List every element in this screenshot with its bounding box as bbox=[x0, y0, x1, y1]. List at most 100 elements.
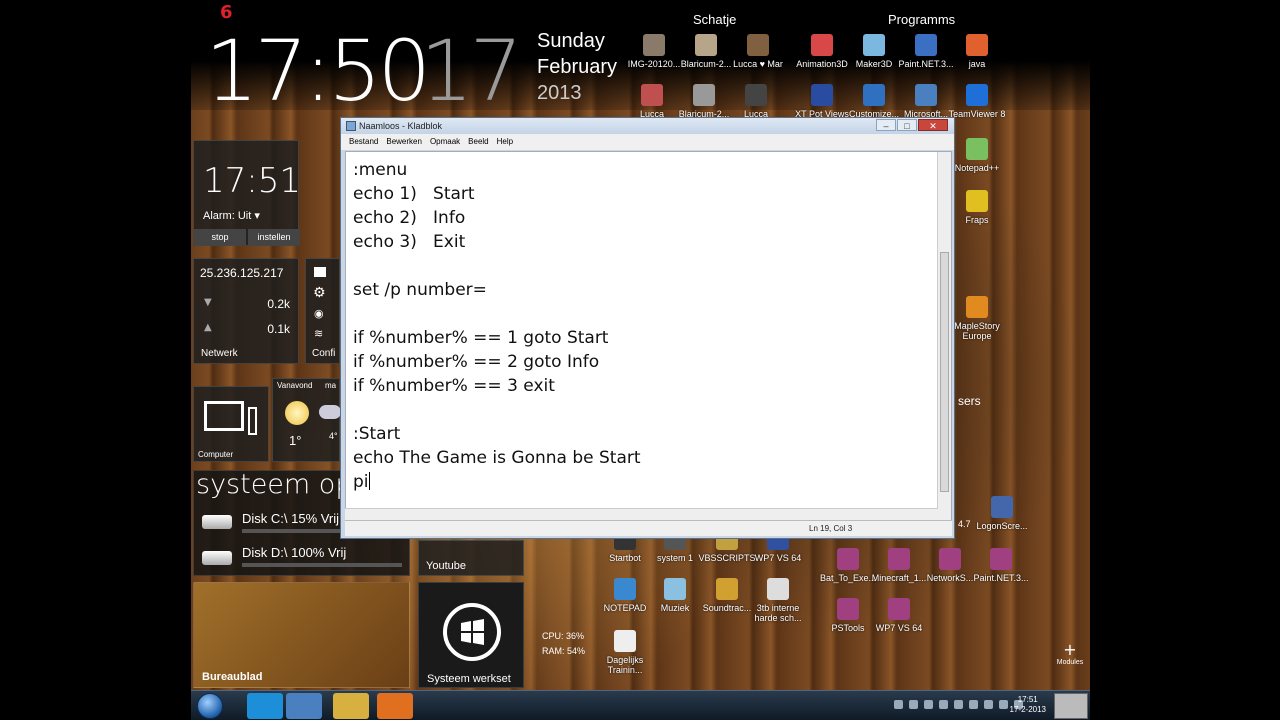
maplestory-icon bbox=[966, 296, 988, 318]
taskbar-vlc[interactable] bbox=[377, 693, 413, 719]
sun-icon bbox=[285, 401, 309, 425]
youtube-tile[interactable]: Youtube bbox=[418, 540, 524, 576]
desktop-tile[interactable]: Bureaublad bbox=[193, 582, 410, 688]
desktop-icon-maplestory[interactable]: MapleStory Europe bbox=[947, 296, 1007, 341]
scroll-thumb[interactable] bbox=[940, 252, 949, 492]
maximize-button[interactable]: □ bbox=[897, 119, 917, 131]
horizontal-scrollbar[interactable] bbox=[345, 508, 938, 520]
alarm-settings-button[interactable]: instellen bbox=[248, 229, 300, 245]
desktop-icon-maker3d[interactable]: Maker3D bbox=[844, 34, 904, 69]
folder-icon bbox=[314, 267, 326, 277]
start-button[interactable] bbox=[197, 693, 223, 719]
tray-icon[interactable] bbox=[924, 700, 933, 709]
desktop-icon-xt-pot-views[interactable]: XT Pot Views bbox=[792, 84, 852, 119]
clock-month: February bbox=[537, 56, 618, 78]
tray-icon[interactable] bbox=[939, 700, 948, 709]
vertical-scrollbar[interactable] bbox=[937, 152, 951, 523]
alarm-time: 17:51 bbox=[203, 161, 301, 201]
customize-icon bbox=[863, 84, 885, 106]
java-icon bbox=[966, 34, 988, 56]
document-icon bbox=[767, 578, 789, 600]
wifi-icon: ≋ bbox=[314, 327, 324, 340]
weather-tile[interactable]: Vanavond ma 1° 4° bbox=[272, 378, 341, 462]
weather-today-label: Vanavond bbox=[277, 381, 313, 390]
menu-beeld[interactable]: Beeld bbox=[468, 137, 488, 150]
desktop-icon-java[interactable]: java bbox=[947, 34, 1007, 69]
weather-tomorrow-label: ma bbox=[325, 381, 337, 390]
desktop-icon-animation3d[interactable]: Animation3D bbox=[792, 34, 852, 69]
disk-d-icon bbox=[202, 551, 232, 565]
youtube-label: Youtube bbox=[426, 560, 466, 572]
computer-tile[interactable]: Computer bbox=[193, 386, 269, 462]
notepad-menubar: Bestand Bewerken Opmaak Beeld Help bbox=[341, 134, 954, 150]
desktop-label: Bureaublad bbox=[202, 671, 263, 683]
tray-icon[interactable] bbox=[969, 700, 978, 709]
taskbar-date: 17-2-2013 bbox=[1009, 705, 1046, 714]
clock-year: 2013 bbox=[537, 82, 582, 104]
desktop-icon-logonscreen[interactable]: LogonScre... bbox=[972, 496, 1032, 531]
taskbar-clock[interactable]: 17:51 17-2-2013 bbox=[1010, 695, 1046, 715]
desktop-icon-lucca[interactable]: Lucca bbox=[622, 84, 682, 119]
tray-icon[interactable] bbox=[999, 700, 1008, 709]
weather-temp-tomorrow: 4° bbox=[329, 431, 338, 441]
desktop-icon-3tb-drive[interactable]: 3tb interne harde sch... bbox=[748, 578, 808, 623]
menu-bewerken[interactable]: Bewerken bbox=[386, 137, 422, 150]
desktop-icon-lucca-2[interactable]: Lucca bbox=[726, 84, 786, 119]
window-controls: – □ ✕ bbox=[876, 119, 948, 131]
desktop-icon-dagelijks[interactable]: Dagelijks Trainin... bbox=[595, 630, 655, 675]
taskbar-explorer[interactable] bbox=[333, 693, 369, 719]
winrar-archive-icon bbox=[990, 548, 1012, 570]
notepad-text-area[interactable]: :menu echo 1) Start echo 2) Info echo 3)… bbox=[345, 151, 952, 524]
image-file-icon bbox=[747, 34, 769, 56]
tray-icon[interactable] bbox=[984, 700, 993, 709]
taskbar: 17:51 17-2-2013 bbox=[191, 690, 1090, 720]
alarm-tile[interactable]: 17:51 Alarm: Uit ▾ stop instellen bbox=[193, 140, 301, 246]
windows-tile[interactable]: Systeem werkset bbox=[418, 582, 524, 688]
clock-date: Sunday February 2013 bbox=[537, 28, 617, 106]
winrar-archive-icon bbox=[837, 598, 859, 620]
notepad-titlebar[interactable]: Naamloos - Kladblok – □ ✕ bbox=[341, 118, 954, 134]
menu-help[interactable]: Help bbox=[497, 137, 513, 150]
clock-day: Sunday bbox=[537, 30, 605, 52]
desktop-icon-notepadpp[interactable]: Notepad++ bbox=[947, 138, 1007, 173]
network-up: 0.1k bbox=[267, 322, 290, 336]
desktop-icon-customize[interactable]: Customize... bbox=[844, 84, 904, 119]
network-tile[interactable]: 25.236.125.217 ▼ 0.2k ▲ 0.1k Netwerk bbox=[193, 258, 299, 364]
image-file-icon bbox=[693, 84, 715, 106]
desktop-icon-wp7-vs64-b[interactable]: WP7 VS 64 bbox=[869, 598, 929, 633]
desktop-icon-blaricum-2[interactable]: Blaricum-2... bbox=[674, 84, 734, 119]
desktop-icon-img[interactable]: IMG-20120... bbox=[624, 34, 684, 69]
desktop-icon-muziek[interactable]: Muziek bbox=[645, 578, 705, 613]
menu-bestand[interactable]: Bestand bbox=[349, 137, 378, 150]
config-label: Confi bbox=[312, 348, 336, 359]
clock-seconds: 17 bbox=[420, 22, 523, 120]
taskbar-notepad[interactable] bbox=[286, 693, 322, 719]
desktop-icon-teamviewer[interactable]: TeamViewer 8 bbox=[947, 84, 1007, 119]
image-file-icon bbox=[641, 84, 663, 106]
modules-button[interactable]: + Modules bbox=[1052, 640, 1088, 666]
desktop-icon-lucca-mar[interactable]: Lucca ♥ Mar bbox=[728, 34, 788, 69]
logon-screen-icon bbox=[991, 496, 1013, 518]
tray-icon[interactable] bbox=[909, 700, 918, 709]
taskbar-time: 17:51 bbox=[1017, 695, 1038, 704]
menu-opmaak[interactable]: Opmaak bbox=[430, 137, 460, 150]
notepad-window[interactable]: Naamloos - Kladblok – □ ✕ Bestand Bewerk… bbox=[340, 117, 955, 539]
partial-label-sers: sers bbox=[958, 394, 981, 408]
desktop-icon-blaricum[interactable]: Blaricum-2... bbox=[676, 34, 736, 69]
show-desktop-button[interactable] bbox=[1054, 693, 1088, 719]
cloud-icon bbox=[319, 405, 341, 419]
close-button[interactable]: ✕ bbox=[918, 119, 948, 131]
disk-d-bar bbox=[242, 563, 402, 567]
taskbar-skype[interactable] bbox=[247, 693, 283, 719]
upload-arrow-icon: ▲ bbox=[204, 322, 212, 333]
minimize-button[interactable]: – bbox=[876, 119, 896, 131]
text-caret bbox=[368, 472, 370, 490]
music-note-icon bbox=[716, 578, 738, 600]
config-tile[interactable]: ⚙ ◉ ≋ Confi bbox=[305, 258, 340, 364]
group-title-schatje: Schatje bbox=[693, 12, 737, 27]
tray-icon[interactable] bbox=[954, 700, 963, 709]
desktop-icon-fraps[interactable]: Fraps bbox=[947, 190, 1007, 225]
tray-icon[interactable] bbox=[894, 700, 903, 709]
desktop-icon-paintnet-archive[interactable]: Paint.NET.3... bbox=[971, 548, 1031, 583]
alarm-stop-button[interactable]: stop bbox=[194, 229, 246, 245]
